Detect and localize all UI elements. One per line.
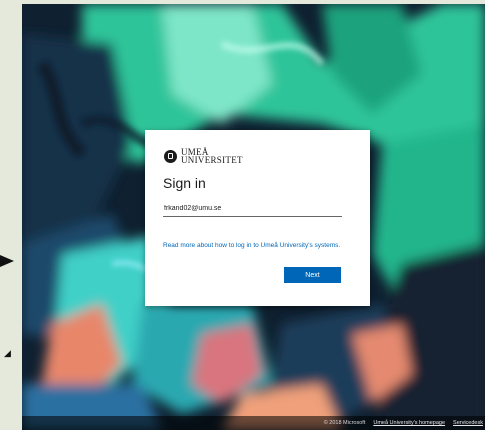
side-marker-icon: ◢ — [4, 348, 11, 358]
email-field[interactable] — [163, 200, 342, 217]
logo-line-2: UNIVERSITET — [181, 155, 243, 165]
university-logo: UMEÅ UNIVERSITET — [164, 148, 243, 165]
page-title: Sign in — [163, 175, 206, 191]
arrow-right-icon — [0, 255, 14, 267]
login-help-link[interactable]: Read more about how to log in to Umeå Un… — [163, 241, 349, 250]
login-page: UMEÅ UNIVERSITET Sign in Read more about… — [22, 4, 485, 430]
next-button[interactable]: Next — [284, 267, 341, 283]
screenshot-frame: ◢ UMEÅ UNIVERSITET Sign in frkand02@umu.… — [0, 0, 485, 430]
logo-wordmark: UMEÅ UNIVERSITET — [181, 148, 243, 165]
university-seal-icon — [164, 149, 177, 163]
footer-bar: © 2018 Microsoft Umeå University's homep… — [22, 416, 485, 430]
signin-card: UMEÅ UNIVERSITET Sign in Read more about… — [145, 130, 370, 306]
copyright-text: © 2018 Microsoft — [323, 420, 366, 426]
homepage-link[interactable]: Umeå University's homepage — [373, 420, 445, 426]
servicedesk-link[interactable]: Servicedesk — [453, 420, 483, 426]
